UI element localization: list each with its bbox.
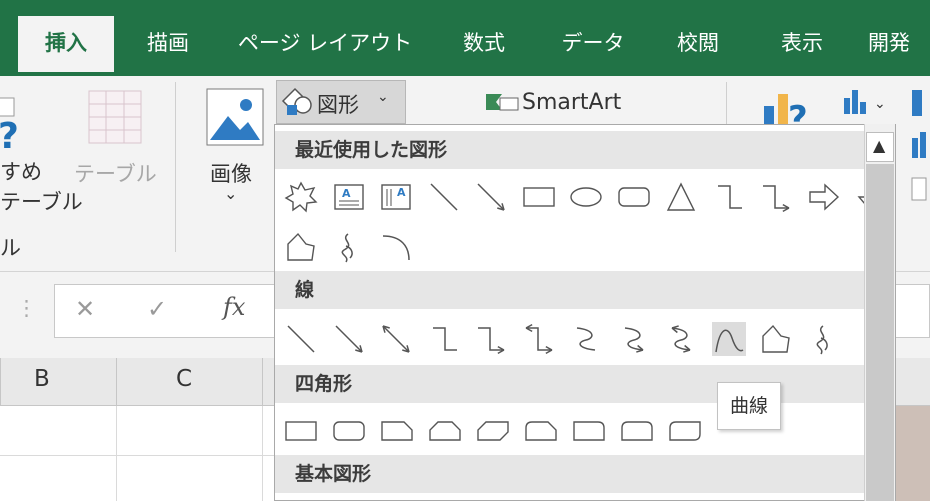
- cancel-icon[interactable]: ✕: [75, 295, 95, 323]
- text-box-icon[interactable]: A: [332, 180, 366, 214]
- tab-page-layout[interactable]: ページ レイアウト: [232, 16, 418, 76]
- tab-view[interactable]: 表示: [764, 16, 840, 76]
- round-diagonal-corner-rectangle-icon[interactable]: [668, 414, 702, 448]
- column-header-c[interactable]: C: [176, 366, 192, 392]
- arc-icon[interactable]: [379, 230, 413, 264]
- smartart-icon[interactable]: [484, 90, 520, 114]
- enter-icon[interactable]: ✓: [147, 295, 167, 323]
- shapes-button[interactable]: 図形 ⌄: [276, 80, 406, 124]
- table-label: テーブル: [74, 162, 157, 186]
- rounded-rectangle-icon[interactable]: [332, 414, 366, 448]
- curved-double-arrow-connector-icon[interactable]: [664, 322, 698, 356]
- column-header-b[interactable]: B: [34, 366, 50, 392]
- recommended-pivot-label-line1: すめ: [0, 160, 42, 184]
- svg-text:?: ?: [0, 116, 19, 156]
- insert-function-icon[interactable]: fx: [223, 293, 245, 321]
- rectangle-icon[interactable]: [522, 180, 556, 214]
- tab-data[interactable]: データ: [550, 16, 636, 76]
- scrollbar-thumb[interactable]: [866, 164, 894, 501]
- formula-bar-grip-icon[interactable]: ⋮: [16, 296, 37, 320]
- vertical-text-box-icon[interactable]: A: [379, 180, 413, 214]
- tab-insert[interactable]: 挿入: [18, 16, 114, 76]
- round-same-side-corner-rectangle-icon[interactable]: [620, 414, 654, 448]
- explosion-icon[interactable]: [284, 180, 318, 214]
- double-arrow-line-icon[interactable]: [379, 322, 413, 356]
- inserted-picture-fragment[interactable]: [896, 406, 930, 501]
- freeform-icon[interactable]: [759, 322, 793, 356]
- curved-arrow-connector-icon[interactable]: [617, 322, 651, 356]
- basic-shapes-heading: 基本図形: [275, 455, 864, 493]
- right-arrow-icon[interactable]: [807, 180, 841, 214]
- grid-column-line: [262, 406, 263, 501]
- shapes-dropdown-chevron-icon: ⌄: [377, 89, 389, 105]
- svg-text:⌄: ⌄: [874, 96, 886, 112]
- column-chart-icon[interactable]: ⌄: [842, 88, 888, 118]
- shapes-label: 図形: [317, 93, 359, 117]
- elbow-arrow-connector-icon[interactable]: [474, 322, 508, 356]
- curve-tooltip: 曲線: [717, 382, 781, 430]
- ribbon-tab-bar: 挿入 描画 ページ レイアウト 数式 データ 校閲 表示 開発: [0, 0, 930, 76]
- row-line: [0, 455, 274, 456]
- column-divider: [0, 358, 1, 406]
- recommended-pivot-label-text: テーブル: [0, 190, 83, 214]
- recent-shapes-heading: 最近使用した図形: [275, 131, 864, 169]
- caret-up-icon: ▲: [873, 136, 886, 155]
- freeform-icon[interactable]: [284, 230, 318, 264]
- smartart-label[interactable]: SmartArt: [522, 90, 621, 115]
- recommended-pivot-label-line2: テーブル: [0, 186, 83, 216]
- tab-draw[interactable]: 描画: [130, 16, 206, 76]
- arrow-line-icon[interactable]: [332, 322, 366, 356]
- table-icon[interactable]: [88, 90, 142, 146]
- tables-group-label: ル: [0, 236, 21, 260]
- snip-round-rectangle-icon[interactable]: [524, 414, 558, 448]
- ribbon-separator: [175, 82, 176, 252]
- scroll-up-button[interactable]: ▲: [866, 132, 894, 162]
- image-dropdown-chevron-icon[interactable]: ⌄: [224, 184, 237, 203]
- elbow-connector-icon[interactable]: [427, 322, 461, 356]
- line-icon[interactable]: [427, 180, 461, 214]
- column-divider: [262, 358, 263, 406]
- gallery-scrollbar[interactable]: ▲: [864, 124, 896, 501]
- rounded-rectangle-icon[interactable]: [617, 180, 651, 214]
- grid-column-line: [116, 406, 117, 501]
- svg-text:A: A: [342, 187, 351, 200]
- shapes-icon: [281, 87, 312, 115]
- snip-same-side-corner-rectangle-icon[interactable]: [428, 414, 462, 448]
- scribble-icon[interactable]: [807, 322, 841, 356]
- recommended-pivot-table-icon[interactable]: ?: [0, 96, 30, 156]
- lines-heading: 線: [275, 271, 864, 309]
- image-icon[interactable]: [206, 88, 264, 146]
- line-icon[interactable]: [284, 322, 318, 356]
- curved-connector-icon[interactable]: [569, 322, 603, 356]
- elbow-arrow-connector-icon[interactable]: [759, 180, 793, 214]
- svg-text:A: A: [397, 186, 406, 199]
- formula-bar-controls: ✕ ✓ fx: [54, 284, 284, 338]
- elbow-connector-icon[interactable]: [712, 180, 746, 214]
- elbow-double-arrow-connector-icon[interactable]: [522, 322, 556, 356]
- oval-icon[interactable]: [569, 180, 603, 214]
- rectangle-icon[interactable]: [284, 414, 318, 448]
- excel-window: 挿入 描画 ページ レイアウト 数式 データ 校閲 表示 開発 ? すめ テーブ…: [0, 0, 930, 501]
- arrow-line-icon[interactable]: [474, 180, 508, 214]
- triangle-icon[interactable]: [664, 180, 698, 214]
- column-divider: [116, 358, 117, 406]
- tab-developer[interactable]: 開発: [868, 16, 930, 76]
- scribble-icon[interactable]: [332, 230, 366, 264]
- round-single-corner-rectangle-icon[interactable]: [572, 414, 606, 448]
- snip-single-corner-rectangle-icon[interactable]: [380, 414, 414, 448]
- tab-formulas[interactable]: 数式: [446, 16, 522, 76]
- snip-diagonal-corner-rectangle-icon[interactable]: [476, 414, 510, 448]
- curve-icon[interactable]: [711, 322, 746, 356]
- tab-review[interactable]: 校閲: [660, 16, 736, 76]
- more-charts-icon[interactable]: [910, 86, 930, 206]
